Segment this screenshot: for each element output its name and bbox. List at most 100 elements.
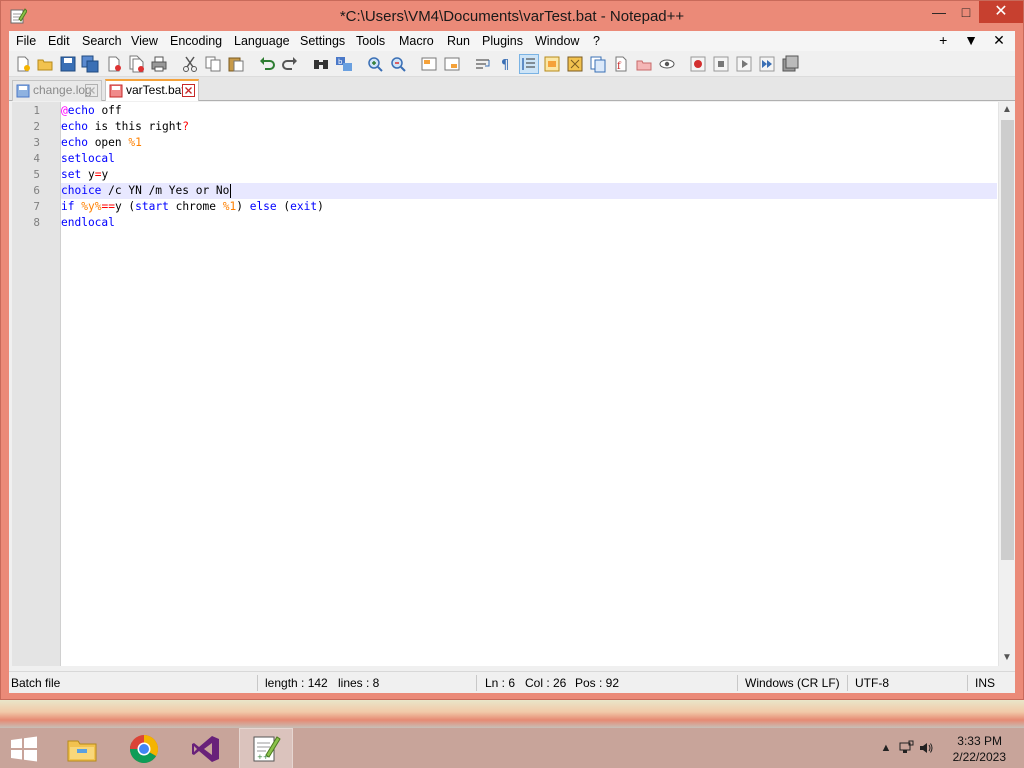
menu-search[interactable]: Search xyxy=(82,34,122,48)
menu-plugins[interactable]: Plugins xyxy=(482,34,523,48)
line-number[interactable]: 6 xyxy=(14,183,40,199)
cut-icon[interactable] xyxy=(181,55,199,73)
tab-label: varTest.bat xyxy=(126,83,185,97)
network-icon[interactable] xyxy=(898,740,914,756)
token-kw: choice xyxy=(61,184,102,197)
new-file-icon[interactable] xyxy=(14,55,32,73)
clock-time[interactable]: 3:33 PM xyxy=(922,734,1002,748)
indent-guide-icon[interactable] xyxy=(519,54,539,74)
undo-icon[interactable] xyxy=(258,55,276,73)
tab-vartest-bat[interactable]: varTest.bat xyxy=(105,79,199,101)
minimize-button[interactable]: — xyxy=(925,1,953,23)
status-lines: lines : 8 xyxy=(338,676,380,690)
record-macro-icon[interactable] xyxy=(689,55,707,73)
zoom-in-icon[interactable] xyxy=(366,55,384,73)
save-all-icon[interactable] xyxy=(81,55,99,73)
menu-run[interactable]: Run xyxy=(447,34,470,48)
line-number[interactable]: 3 xyxy=(14,135,40,151)
status-bar: Batch file length : 142 lines : 8 Ln : 6… xyxy=(9,671,1015,693)
copy-icon[interactable] xyxy=(204,55,222,73)
stop-macro-icon[interactable] xyxy=(712,55,730,73)
windows-start-icon[interactable] xyxy=(8,736,40,762)
token-text: ) xyxy=(236,200,250,213)
line-number[interactable]: 2 xyxy=(14,119,40,135)
vertical-scrollbar[interactable]: ▲ ▼ xyxy=(998,102,1015,666)
user-language-icon[interactable] xyxy=(543,55,561,73)
sync-vertical-icon[interactable] xyxy=(420,55,438,73)
line-number[interactable]: 7 xyxy=(14,199,40,215)
function-list-icon[interactable] xyxy=(589,55,607,73)
close-document-button[interactable]: ✕ xyxy=(987,32,1011,49)
menu-help[interactable]: ? xyxy=(593,34,600,48)
line-number[interactable]: 8 xyxy=(14,215,40,231)
line-number[interactable]: 1 xyxy=(14,103,40,119)
close-tab-icon[interactable] xyxy=(182,84,195,97)
show-hidden-icons-icon[interactable]: ▲ xyxy=(878,740,894,756)
close-icon[interactable] xyxy=(105,55,123,73)
status-divider xyxy=(257,675,258,691)
zoom-out-icon[interactable] xyxy=(389,55,407,73)
code-line[interactable]: @echo off xyxy=(61,103,997,119)
notepad-plus-plus-icon: ++ xyxy=(253,736,281,762)
document-map-icon[interactable] xyxy=(566,55,584,73)
menu-settings[interactable]: Settings xyxy=(300,34,345,48)
menu-encoding[interactable]: Encoding xyxy=(170,34,222,48)
code-line[interactable]: echo is this right? xyxy=(61,119,997,135)
taskbar-file-explorer[interactable] xyxy=(56,729,108,768)
scroll-up-arrow[interactable]: ▲ xyxy=(999,102,1015,118)
print-icon[interactable] xyxy=(150,55,168,73)
redo-icon[interactable] xyxy=(281,55,299,73)
menu-edit[interactable]: Edit xyxy=(48,34,70,48)
line-number[interactable]: 5 xyxy=(14,167,40,183)
replace-icon[interactable]: b xyxy=(335,55,353,73)
line-number-gutter[interactable]: 12345678 xyxy=(12,102,61,666)
scrollbar-thumb[interactable] xyxy=(1001,120,1014,560)
close-tab-icon[interactable] xyxy=(85,84,98,97)
title-bar[interactable]: *C:\Users\VM4\Documents\varTest.bat - No… xyxy=(1,1,1023,31)
menu-file[interactable]: File xyxy=(16,34,36,48)
menu-tools[interactable]: Tools xyxy=(356,34,385,48)
tab-list-button[interactable]: ▼ xyxy=(959,32,983,48)
code-line[interactable]: endlocal xyxy=(61,215,997,231)
taskbar-chrome[interactable] xyxy=(118,729,170,768)
taskbar-notepad-plus-plus[interactable]: ++ xyxy=(239,728,293,768)
code-area[interactable]: @echo off echo is this right? echo open %1… xyxy=(61,102,997,666)
menu-view[interactable]: View xyxy=(131,34,158,48)
monitoring-icon[interactable] xyxy=(635,55,653,73)
close-window-button[interactable]: ✕ xyxy=(979,1,1023,23)
code-line[interactable]: set y=y xyxy=(61,167,997,183)
save-macro-icon[interactable] xyxy=(781,55,799,73)
clock-date[interactable]: 2/22/2023 xyxy=(926,750,1006,764)
maximize-button[interactable]: □ xyxy=(953,1,979,23)
show-all-characters-icon[interactable]: ¶ xyxy=(497,55,515,73)
menu-macro[interactable]: Macro xyxy=(399,34,434,48)
run-macro-multiple-icon[interactable] xyxy=(758,55,776,73)
text-editor[interactable]: 12345678 @echo off echo is this right? ech… xyxy=(12,102,1015,666)
find-icon[interactable] xyxy=(312,55,330,73)
code-line[interactable]: echo open %1 xyxy=(61,135,997,151)
line-number[interactable]: 4 xyxy=(14,151,40,167)
token-text: off xyxy=(94,104,122,117)
play-macro-icon[interactable] xyxy=(735,55,753,73)
sync-horizontal-icon[interactable] xyxy=(443,55,461,73)
menu-language[interactable]: Language xyxy=(234,34,290,48)
folder-workspace-icon[interactable]: f xyxy=(612,55,630,73)
taskbar-visual-studio[interactable] xyxy=(180,729,232,768)
save-icon[interactable] xyxy=(59,55,77,73)
word-wrap-icon[interactable] xyxy=(474,55,492,73)
status-divider xyxy=(476,675,477,691)
code-line[interactable]: setlocal xyxy=(61,151,997,167)
open-file-icon[interactable] xyxy=(36,55,54,73)
current-code-line[interactable]: choice /c YN /m Yes or No xyxy=(61,183,997,199)
tab-change-log[interactable]: change.log xyxy=(12,80,102,101)
paste-icon[interactable] xyxy=(227,55,245,73)
token-kw: echo xyxy=(67,104,95,117)
code-line[interactable]: if %y%==y (start chrome %1) else (exit) xyxy=(61,199,997,215)
new-tab-button[interactable]: + xyxy=(931,32,955,48)
close-all-icon[interactable] xyxy=(127,55,145,73)
visual-studio-icon xyxy=(192,736,219,762)
eye-icon[interactable] xyxy=(658,55,676,73)
status-eol: Windows (CR LF) xyxy=(745,676,840,690)
scroll-down-arrow[interactable]: ▼ xyxy=(999,650,1015,666)
menu-window[interactable]: Window xyxy=(535,34,579,48)
